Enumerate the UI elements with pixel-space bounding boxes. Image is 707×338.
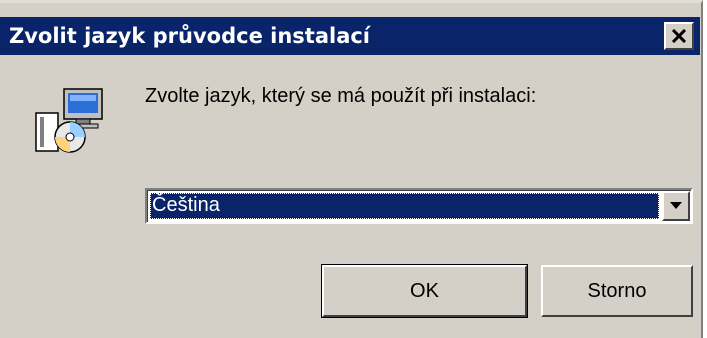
- language-select[interactable]: Čeština: [145, 188, 693, 224]
- dialog-window: Zvolit jazyk průvodce instalací Zvolte j…: [0, 0, 703, 338]
- language-select-value[interactable]: Čeština: [150, 193, 659, 219]
- close-button[interactable]: [664, 22, 694, 50]
- cancel-button[interactable]: Storno: [541, 265, 693, 317]
- setup-installer-icon: [35, 88, 103, 153]
- chevron-down-icon: [670, 202, 682, 209]
- title-bar[interactable]: Zvolit jazyk průvodce instalací: [0, 17, 700, 55]
- window-title: Zvolit jazyk průvodce instalací: [9, 24, 371, 48]
- language-prompt: Zvolte jazyk, který se má použít při ins…: [145, 85, 537, 107]
- language-select-dropdown-button[interactable]: [662, 191, 690, 221]
- ok-button[interactable]: OK: [321, 264, 528, 318]
- close-icon: [671, 29, 687, 43]
